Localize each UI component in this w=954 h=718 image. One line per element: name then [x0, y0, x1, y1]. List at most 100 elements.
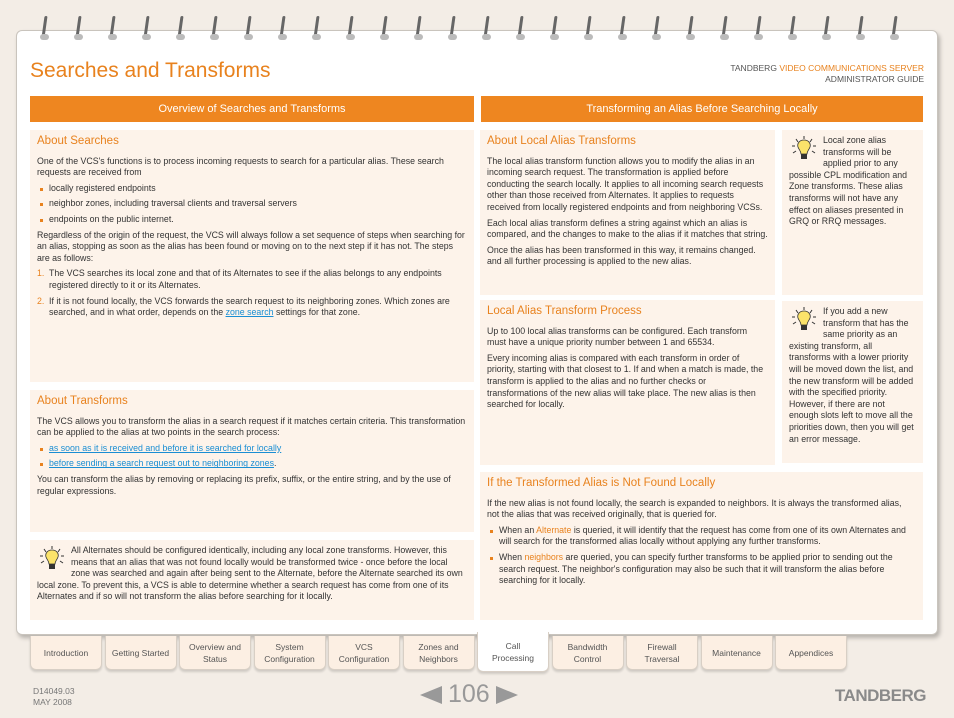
binder-ring-icon: [652, 16, 662, 44]
binder-ring-icon: [244, 16, 254, 44]
tab-zones-and[interactable]: Zones and Neighbors: [402, 636, 475, 670]
lightbulb-icon: [789, 135, 819, 163]
page-number: 106: [448, 680, 490, 708]
tab-getting-started[interactable]: Getting Started: [104, 636, 177, 670]
binder-ring-icon: [40, 16, 50, 44]
tab-label: Overview and Status: [189, 641, 241, 664]
list-item: When neighbors are queried, you can spec…: [487, 552, 916, 587]
list-item: as soon as it is received and before it …: [37, 443, 467, 455]
text: One of the VCS's functions is to process…: [37, 155, 444, 178]
lightbulb-icon: [37, 545, 67, 573]
binder-ring-icon: [788, 16, 798, 44]
guide-label: ADMINISTRATOR GUIDE: [825, 74, 924, 84]
tab-firewall[interactable]: Firewall Traversal: [626, 636, 698, 670]
binder-ring-icon: [210, 16, 220, 44]
tab-label: Call Processing: [491, 640, 535, 663]
guide-header: TANDBERG VIDEO COMMUNICATIONS SERVER ADMI…: [730, 63, 924, 85]
process-panel: Local Alias Transform Process Up to 100 …: [480, 300, 775, 465]
binder-ring-icon: [346, 16, 356, 44]
binder-ring-icon: [516, 16, 526, 44]
text: Once the alias has been transformed in t…: [487, 244, 756, 267]
doc-date: MAY 2008: [33, 697, 72, 707]
heading: About Local Alias Transforms: [487, 135, 636, 147]
prev-page-icon[interactable]: [420, 685, 442, 704]
text: The VCS allows you to transform the alia…: [37, 415, 466, 438]
tab-appendices[interactable]: Appendices: [775, 636, 847, 670]
binder-ring-icon: [686, 16, 696, 44]
alternate-link[interactable]: Alternate: [536, 525, 571, 535]
list-item: endpoints on the public internet.: [37, 214, 467, 226]
next-page-icon[interactable]: [495, 685, 518, 704]
section-bar-right: Transforming an Alias Before Searching L…: [481, 96, 923, 122]
binder-ring-icon: [380, 16, 390, 44]
link-pre-search-transform[interactable]: as soon as it is received and before it …: [49, 443, 281, 453]
zone-search-link[interactable]: zone search: [226, 307, 274, 317]
text: If the new alias is not found locally, t…: [487, 497, 902, 520]
tip-text: All Alternates should be configured iden…: [37, 545, 463, 602]
tab-label: Bandwidth Control: [567, 641, 608, 664]
binder-rings: [40, 16, 910, 46]
lightbulb-icon: [789, 306, 819, 334]
step-number: 2.: [37, 295, 45, 306]
binder-ring-icon: [108, 16, 118, 44]
list-item: before sending a search request out to n…: [37, 458, 467, 470]
tab-vcs[interactable]: VCS Configuration: [328, 636, 400, 670]
binder-ring-icon: [754, 16, 764, 44]
binder-ring-icon: [278, 16, 288, 44]
binder-ring-icon: [414, 16, 424, 44]
neighbors-link[interactable]: neighbors: [524, 552, 563, 562]
heading: About Searches: [37, 135, 119, 147]
binder-ring-icon: [822, 16, 832, 44]
binder-ring-icon: [142, 16, 152, 44]
heading: Local Alias Transform Process: [487, 305, 642, 317]
tip-local-panel: Local zone alias transforms will be appl…: [782, 130, 923, 295]
tab-overview-and[interactable]: Overview and Status: [179, 636, 251, 670]
doc-number: D14049.03: [33, 686, 75, 696]
pager: 106: [420, 680, 518, 709]
brand: TANDBERG: [730, 63, 777, 73]
text: When an: [499, 524, 537, 535]
local-alias-panel: About Local Alias Transforms The local a…: [480, 130, 775, 295]
product: VIDEO COMMUNICATIONS SERVER: [779, 63, 924, 73]
section-bar-left: Overview of Searches and Transforms: [30, 96, 474, 122]
binder-ring-icon: [312, 16, 322, 44]
not-found-panel: If the Transformed Alias is Not Found Lo…: [480, 472, 923, 620]
heading: About Transforms: [37, 395, 128, 407]
binder-ring-icon: [448, 16, 458, 44]
tab-introduction[interactable]: Introduction: [30, 636, 102, 670]
step: 2. If it is not found locally, the VCS fo…: [37, 296, 467, 319]
about-transforms-panel: About Transforms The VCS allows you to t…: [30, 390, 474, 532]
tab-bandwidth[interactable]: Bandwidth Control: [551, 636, 624, 670]
page-title: Searches and Transforms: [30, 59, 271, 82]
tandberg-logo: TANDBERG: [834, 686, 927, 705]
tab-label: System Configuration: [264, 641, 315, 664]
text: Every incoming alias is compared with ea…: [487, 352, 764, 410]
text: The local alias transform function allow…: [487, 155, 764, 212]
step-number: 1.: [37, 268, 45, 279]
binder-ring-icon: [618, 16, 628, 44]
text: You can transform the alias by removing …: [37, 473, 451, 496]
list-item: neighbor zones, including traversal clie…: [37, 198, 467, 210]
binder-ring-icon: [74, 16, 84, 44]
tab-label: Zones and Neighbors: [418, 641, 459, 664]
text: When: [499, 551, 525, 562]
binder-ring-icon: [584, 16, 594, 44]
tab-label: Introduction: [43, 647, 89, 658]
tab-label: Maintenance: [712, 647, 761, 658]
list-item: When an Alternate is queried, it will id…: [487, 525, 916, 548]
binder-ring-icon: [890, 16, 900, 44]
about-searches-panel: About Searches One of the VCS's function…: [30, 130, 474, 382]
binder-ring-icon: [856, 16, 866, 44]
tab-label: Getting Started: [111, 647, 170, 658]
text: Each local alias transform defines a str…: [487, 217, 768, 240]
step-text: The VCS searches its local zone and that…: [49, 268, 442, 290]
link-zone-transform[interactable]: before sending a search request out to n…: [49, 458, 274, 468]
binder-ring-icon: [482, 16, 492, 44]
tab-maintenance[interactable]: Maintenance: [700, 636, 773, 670]
text: Regardless of the origin of the request,…: [37, 229, 465, 263]
tab-label: Appendices: [788, 647, 834, 658]
tab-call[interactable]: Call Processing: [477, 632, 549, 672]
heading: If the Transformed Alias is Not Found Lo…: [487, 477, 716, 489]
step: 1. The VCS searches its local zone and th…: [37, 268, 467, 291]
tab-system[interactable]: System Configuration: [253, 636, 326, 670]
